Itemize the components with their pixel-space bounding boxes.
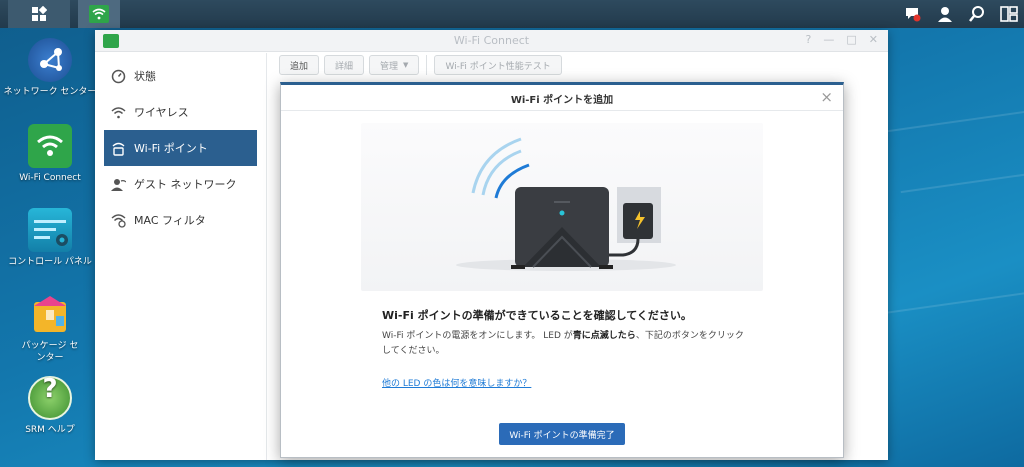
sidebar-item-label: 状態 <box>134 70 156 83</box>
network-center-icon <box>28 38 72 82</box>
desktop-icon-package-center[interactable]: パッケージ センター <box>0 292 100 364</box>
taskbar <box>0 0 1024 28</box>
help-icon: ? <box>28 376 72 420</box>
manage-button-label: 管理 <box>380 61 399 72</box>
status-icon <box>110 68 126 84</box>
window-titlebar[interactable]: Wi-Fi Connect ? — □ ✕ <box>95 30 888 52</box>
dialog-header[interactable]: Wi-Fi ポイントを追加 × <box>281 85 843 111</box>
wifi-point-illustration <box>361 123 763 291</box>
desktop-icon-label: SRM ヘルプ <box>25 425 75 435</box>
wifi-icon <box>89 5 109 23</box>
led-colors-link[interactable]: 他の LED の色は何を意味しますか？ <box>382 376 531 389</box>
add-button[interactable]: 追加 <box>279 55 320 75</box>
desktop-icon-wifi-connect[interactable]: Wi-Fi Connect <box>0 124 100 184</box>
wifi-connect-icon <box>28 124 72 168</box>
manage-button[interactable]: 管理 ▼ <box>369 55 420 75</box>
sidebar-item-label: MAC フィルタ <box>134 214 206 227</box>
desktop-icon-label: パッケージ センター <box>21 341 79 363</box>
perf-test-button[interactable]: Wi-Fi ポイント性能テスト <box>434 55 562 75</box>
desktop-streak <box>880 287 1024 315</box>
sidebar-item-label: ワイヤレス <box>134 106 189 119</box>
dialog-body: Wi-Fi ポイントの電源をオンにします。 LED が青に点滅したら、下記のボタ… <box>382 329 752 359</box>
desktop-icon-srm-help[interactable]: ? SRM ヘルプ <box>0 376 100 436</box>
dialog-heading: Wi-Fi ポイントの準備ができていることを確認してください。 <box>382 309 692 322</box>
window-controls: ? — □ ✕ <box>806 33 878 46</box>
widgets-icon[interactable] <box>1000 5 1018 23</box>
toolbar: 追加 詳細 管理 ▼ Wi-Fi ポイント性能テスト <box>279 55 562 75</box>
help-icon[interactable]: ? <box>806 33 812 46</box>
search-icon[interactable] <box>968 5 986 23</box>
desktop-icon-label: Wi-Fi Connect <box>19 173 81 183</box>
add-wifi-point-dialog: Wi-Fi ポイントを追加 × Wi-Fi ポイントの準備ができていることを確認… <box>280 82 844 458</box>
sidebar-item-label: ゲスト ネットワーク <box>134 178 237 191</box>
desktop-icon-control-panel[interactable]: コントロール パネル <box>0 208 100 268</box>
sidebar: 状態 ワイヤレス Wi-Fi ポイント ゲスト ネットワーク MAC フィルタ <box>95 53 267 460</box>
package-center-icon <box>28 292 72 336</box>
desktop-icon-label: ネットワーク センター <box>3 87 97 97</box>
sidebar-item-wireless[interactable]: ワイヤレス <box>104 94 257 130</box>
details-button[interactable]: 詳細 <box>324 55 365 75</box>
control-panel-icon <box>28 208 72 252</box>
user-icon[interactable] <box>936 5 954 23</box>
dialog-title: Wi-Fi ポイントを追加 <box>510 95 614 106</box>
main-menu-button[interactable] <box>8 0 70 28</box>
wifi-point-icon <box>110 140 126 156</box>
body-text-bold: 青に点滅したら <box>572 331 636 341</box>
sidebar-item-wifi-point[interactable]: Wi-Fi ポイント <box>104 130 257 166</box>
chevron-down-icon: ▼ <box>403 61 409 69</box>
wifi-point-ready-button[interactable]: Wi-Fi ポイントの準備完了 <box>499 423 625 445</box>
taskbar-right <box>904 0 1018 28</box>
close-icon[interactable]: ✕ <box>869 33 878 46</box>
notification-icon[interactable] <box>904 5 922 23</box>
desktop-icon-network-center[interactable]: ネットワーク センター <box>0 38 100 98</box>
grid-icon <box>32 6 47 21</box>
window-title: Wi-Fi Connect <box>453 34 530 47</box>
maximize-icon[interactable]: □ <box>846 33 856 46</box>
minimize-icon[interactable]: — <box>823 33 834 46</box>
wireless-icon <box>110 104 126 120</box>
desktop-icon-label: コントロール パネル <box>8 257 92 267</box>
body-text-1: Wi-Fi ポイントの電源をオンにします。 LED が <box>382 331 573 341</box>
guest-network-icon <box>110 176 126 192</box>
sidebar-item-status[interactable]: 状態 <box>104 58 257 94</box>
mac-filter-icon <box>110 212 126 228</box>
taskbar-wifi-connect[interactable] <box>78 0 120 28</box>
desktop-streak <box>900 168 1024 194</box>
close-icon[interactable]: × <box>820 88 833 106</box>
sidebar-item-guest-network[interactable]: ゲスト ネットワーク <box>104 166 257 202</box>
toolbar-divider <box>426 55 428 75</box>
sidebar-item-mac-filter[interactable]: MAC フィルタ <box>104 202 257 238</box>
sidebar-item-label: Wi-Fi ポイント <box>134 142 208 155</box>
